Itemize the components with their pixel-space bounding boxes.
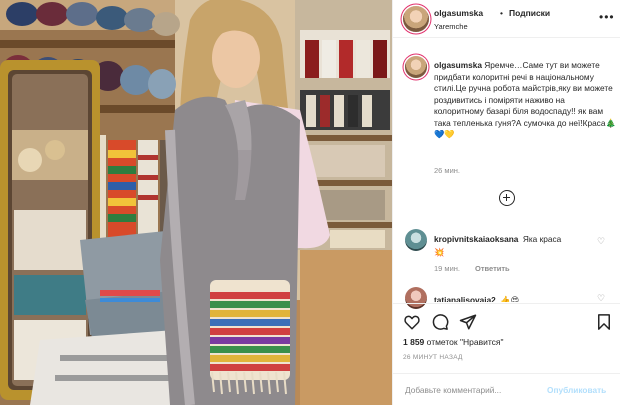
post-caption: olgasumska Яремче…Саме тут ви можете при… <box>434 60 616 141</box>
post-side-panel: olgasumska • Подписки Yaremche ••• olgas… <box>392 0 620 405</box>
likes-count[interactable]: 1 859 отметок "Нравится" <box>403 337 504 347</box>
post-photo[interactable] <box>0 0 392 405</box>
comment-row: tatianalisovaia2 👍😍 <box>434 290 594 302</box>
caption-author-avatar[interactable] <box>405 56 427 78</box>
following-button[interactable]: Подписки <box>509 8 550 18</box>
caption-emoji-yellow-heart: 💛 <box>444 129 455 139</box>
post-actions: 1 859 отметок "Нравится" 26 МИНУТ НАЗАД <box>393 303 620 373</box>
post-photo-illustration <box>0 0 392 405</box>
comment-reply-button[interactable]: Ответить <box>475 264 510 273</box>
add-comment-form: Опубликовать <box>393 373 620 405</box>
comment-username[interactable]: tatianalisovaia2 <box>434 295 496 302</box>
post-timestamp[interactable]: 26 МИНУТ НАЗАД <box>403 354 463 361</box>
comment-emoji: 💥 <box>434 247 445 257</box>
likes-label: отметок "Нравится" <box>426 337 504 347</box>
caption-body: Яремче…Саме тут ви можете придбати колор… <box>434 60 613 128</box>
comment-row: kropivnitskaiaoksana Яка краса 💥 <box>434 232 594 258</box>
caption-emoji-tree: 🎄 <box>605 117 616 128</box>
more-options-icon[interactable]: ••• <box>599 10 615 24</box>
comment-avatar[interactable] <box>405 229 427 251</box>
comment-like-heart-icon[interactable]: ♡ <box>597 236 605 247</box>
share-icon[interactable] <box>459 313 477 331</box>
comment-username[interactable]: kropivnitskaiaoksana <box>434 234 518 244</box>
post-header: olgasumska • Подписки Yaremche ••• <box>393 0 620 38</box>
comment-icon[interactable] <box>431 313 449 331</box>
bookmark-icon[interactable] <box>595 313 613 331</box>
caption-username[interactable]: olgasumska <box>434 60 482 70</box>
likes-number: 1 859 <box>403 337 425 347</box>
comment-emoji: 👍😍 <box>500 295 520 302</box>
heart-icon[interactable] <box>403 313 421 331</box>
author-avatar[interactable] <box>403 6 429 32</box>
post-location[interactable]: Yaremche <box>434 22 468 31</box>
comment-text: Яка краса <box>522 234 562 244</box>
author-username[interactable]: olgasumska <box>434 8 483 18</box>
comment-timestamp[interactable]: 19 мин. <box>434 264 460 273</box>
plus-circle-icon[interactable] <box>499 190 515 206</box>
header-separator: • <box>500 8 503 18</box>
comment-input[interactable] <box>405 383 545 397</box>
caption-emoji-blue-heart: 💙 <box>434 129 445 139</box>
caption-timestamp[interactable]: 26 мин. <box>434 166 460 175</box>
publish-button[interactable]: Опубликовать <box>547 385 606 395</box>
